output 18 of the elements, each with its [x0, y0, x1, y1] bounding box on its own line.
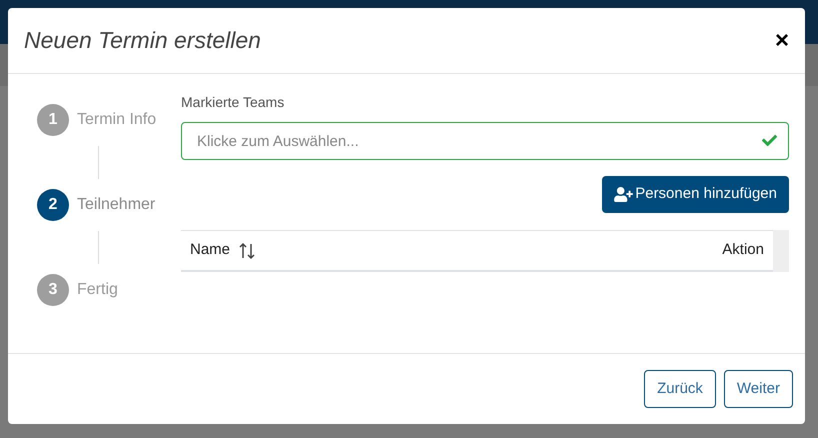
next-button[interactable]: Weiter: [724, 370, 793, 408]
step-label[interactable]: Fertig: [77, 278, 118, 302]
step-number: 3: [37, 274, 69, 306]
add-user-icon: [614, 187, 634, 202]
step-label[interactable]: Teilnehmer: [77, 193, 156, 217]
dialog-title: Neuen Termin erstellen: [24, 26, 261, 56]
step-number: 2: [37, 189, 69, 221]
step-label[interactable]: Termin Info: [77, 108, 156, 132]
teams-select-field[interactable]: Klicke zum Auswählen...: [181, 122, 789, 160]
back-button[interactable]: Zurück: [644, 370, 716, 408]
field-label: Markierte Teams: [181, 93, 286, 112]
column-header[interactable]: Name: [190, 239, 230, 262]
sort-icon[interactable]: [238, 242, 256, 260]
step-number: 1: [37, 104, 69, 136]
column-header: Aktion: [722, 240, 764, 260]
add-persons-button[interactable]: Personen hinzufügen: [602, 176, 789, 213]
close-button[interactable]: ×: [774, 28, 789, 52]
scrollbar-track: [773, 230, 789, 272]
